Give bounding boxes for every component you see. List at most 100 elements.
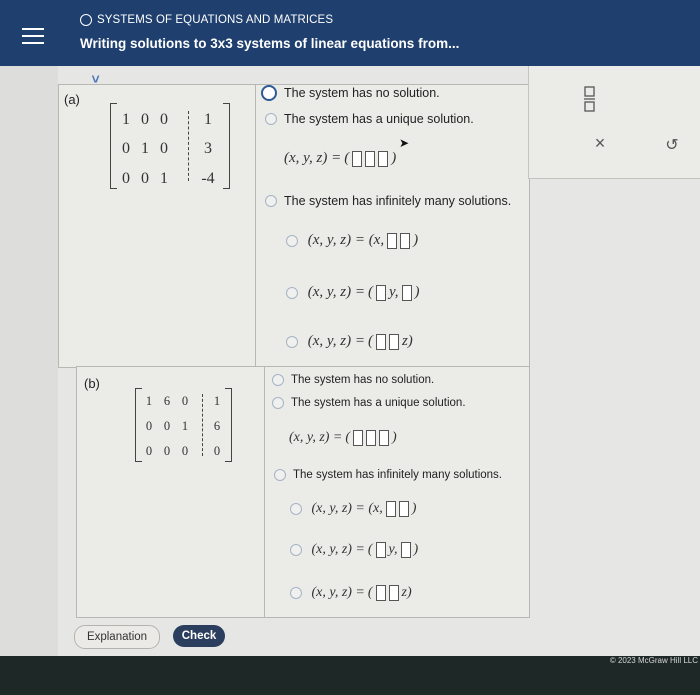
part-b-infinite-formula-1[interactable]: (x, y, z) = (x, )	[290, 501, 416, 517]
topic-subtitle: SYSTEMS OF EQUATIONS AND MATRICES	[97, 14, 334, 26]
part-a-infinite-formula-2[interactable]: (x, y, z) = (y,)	[286, 284, 420, 301]
part-b-unique-option[interactable]: The system has a unique solution.	[272, 397, 466, 409]
option-label: The system has a unique solution.	[284, 112, 474, 126]
part-b-matrix: 1 6 0 1 0 0 1 6 0 0 0 0	[135, 388, 232, 462]
radio-icon[interactable]	[272, 374, 284, 386]
part-a-unique-formula: (x, y, z) = ()	[284, 150, 397, 167]
formula-text: (x, y, z) =	[307, 284, 365, 300]
option-label: The system has no solution.	[284, 86, 440, 100]
formula-text: (x, y, z) =	[311, 542, 365, 557]
mouse-cursor-icon: ➤	[399, 136, 410, 150]
matrix-cell: 0	[122, 140, 130, 157]
radio-icon[interactable]	[265, 195, 277, 207]
matrix-cell: 0	[163, 419, 171, 433]
matrix-cell: 0	[181, 444, 189, 458]
formula-text: (x, y, z) = (x,	[307, 232, 385, 248]
part-b-infinite-option[interactable]: The system has infinitely many solutions…	[274, 469, 502, 481]
option-label: The system has infinitely many solutions…	[284, 194, 512, 208]
answer-box[interactable]	[378, 150, 389, 167]
part-a-infinite-formula-1[interactable]: (x, y, z) = (x, )	[286, 232, 418, 249]
answer-box[interactable]	[401, 284, 412, 301]
option-label: The system has a unique solution.	[291, 397, 466, 409]
matrix-cell: 1	[141, 140, 149, 157]
screen: SYSTEMS OF EQUATIONS AND MATRICES Writin…	[0, 0, 700, 695]
answer-box[interactable]	[387, 232, 398, 249]
matrix-cell: 1	[160, 170, 168, 187]
header: SYSTEMS OF EQUATIONS AND MATRICES Writin…	[0, 0, 700, 66]
answer-box[interactable]	[365, 150, 376, 167]
matrix-cell: 6	[213, 419, 221, 433]
radio-icon[interactable]	[261, 85, 277, 101]
part-b-unique-formula: (x, y, z) = ()	[289, 430, 397, 446]
radio-icon[interactable]	[265, 113, 277, 125]
fraction-icon[interactable]	[583, 86, 597, 117]
explanation-button[interactable]: Explanation	[74, 625, 160, 649]
formula-text: (x, y, z) =	[284, 150, 342, 166]
matrix-cell: 0	[141, 170, 149, 187]
radio-icon[interactable]	[272, 397, 284, 409]
matrix-cell: 0	[141, 111, 149, 128]
part-b-infinite-formula-2[interactable]: (x, y, z) = (y,)	[290, 542, 418, 558]
matrix-cell: 1	[122, 111, 130, 128]
radio-icon[interactable]	[286, 286, 298, 299]
radio-icon[interactable]	[286, 234, 298, 247]
part-a-label: (a)	[64, 92, 80, 107]
formula-text: y,	[388, 284, 399, 300]
matrix-cell: 0	[213, 444, 221, 458]
answer-box[interactable]	[385, 501, 396, 517]
part-b-infinite-formula-3[interactable]: (x, y, z) = (z)	[290, 585, 412, 601]
part-a-answer-panel	[255, 84, 530, 368]
radio-icon[interactable]	[274, 469, 286, 481]
radio-icon[interactable]	[290, 587, 302, 599]
radio-icon[interactable]	[286, 335, 298, 348]
part-a-infinite-formula-3[interactable]: (x, y, z) = (z)	[286, 333, 413, 350]
page-title: Writing solutions to 3x3 systems of line…	[80, 36, 460, 51]
answer-box[interactable]	[379, 430, 390, 446]
formula-text: (x, y, z) =	[311, 585, 365, 600]
answer-box[interactable]	[375, 585, 386, 601]
answer-box[interactable]	[398, 501, 409, 517]
formula-text: y,	[388, 542, 398, 557]
matrix-cell: 1	[213, 394, 221, 408]
matrix-cell: 1	[204, 111, 212, 128]
formula-text: (x, y, z) =	[289, 430, 343, 445]
part-a-no-solution-option[interactable]: The system has no solution.	[261, 85, 440, 101]
part-a-unique-option[interactable]: The system has a unique solution.	[265, 112, 474, 126]
undo-icon[interactable]: ↺	[663, 135, 681, 155]
answer-box[interactable]	[353, 430, 364, 446]
matrix-cell: 0	[181, 394, 189, 408]
part-b-no-solution-option[interactable]: The system has no solution.	[272, 374, 434, 386]
option-label: The system has infinitely many solutions…	[293, 469, 503, 481]
radio-icon[interactable]	[290, 503, 302, 515]
formula-text: (x, y, z) =	[307, 333, 365, 349]
answer-box[interactable]	[400, 542, 411, 558]
part-a-infinite-option[interactable]: The system has infinitely many solutions…	[265, 194, 511, 208]
formula-text: (x, y, z) = (x,	[311, 501, 383, 516]
close-icon[interactable]: ×	[591, 133, 609, 154]
matrix-cell: 3	[204, 140, 212, 157]
radio-icon[interactable]	[290, 544, 302, 556]
answer-box[interactable]	[366, 430, 377, 446]
copyright-text: © 2023 McGraw Hill LLC	[609, 656, 698, 665]
check-button[interactable]: Check	[173, 625, 225, 647]
matrix-cell: 0	[145, 444, 153, 458]
answer-box[interactable]	[375, 284, 386, 301]
part-a-matrix: 1 0 0 1 0 1 0 3 0 0 1 -4	[110, 103, 230, 189]
matrix-cell: 0	[145, 419, 153, 433]
answer-box[interactable]	[388, 585, 399, 601]
part-b-label: (b)	[84, 376, 100, 391]
hamburger-menu-icon[interactable]	[22, 28, 44, 46]
topic-breadcrumb: SYSTEMS OF EQUATIONS AND MATRICES	[80, 14, 333, 26]
collapse-chevron-icon[interactable]: >	[88, 75, 104, 83]
matrix-cell: 1	[145, 394, 153, 408]
formula-text: z)	[401, 585, 412, 600]
matrix-cell: 0	[163, 444, 171, 458]
answer-box[interactable]	[352, 150, 363, 167]
tools-panel	[528, 66, 700, 179]
answer-box[interactable]	[400, 232, 411, 249]
answer-box[interactable]	[375, 333, 386, 350]
matrix-cell: 0	[160, 111, 168, 128]
answer-box[interactable]	[388, 333, 399, 350]
answer-box[interactable]	[375, 542, 386, 558]
footer-bar	[0, 656, 700, 695]
